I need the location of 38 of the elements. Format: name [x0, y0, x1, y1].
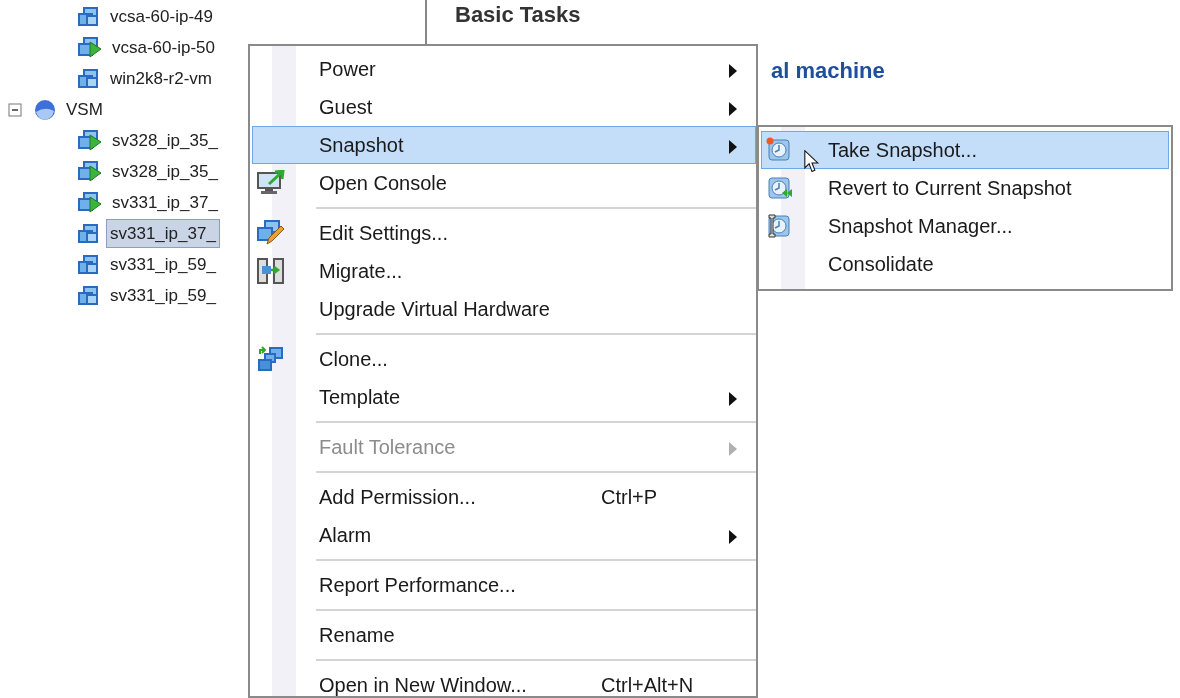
- menu-item[interactable]: Open Console: [252, 164, 756, 202]
- tree-item[interactable]: vcsa-60-ip-49: [106, 1, 217, 32]
- menu-item[interactable]: Guest: [252, 88, 756, 126]
- menu-item[interactable]: Alarm: [252, 516, 756, 554]
- menu-item[interactable]: Upgrade Virtual Hardware: [252, 290, 756, 328]
- menu-item[interactable]: Take Snapshot...: [761, 131, 1169, 169]
- menu-item[interactable]: Snapshot: [252, 126, 756, 164]
- menu-item[interactable]: Snapshot Manager...: [761, 207, 1169, 245]
- menu-item[interactable]: Template: [252, 378, 756, 416]
- menu-item[interactable]: Revert to Current Snapshot: [761, 169, 1169, 207]
- tree-item[interactable]: VSM: [62, 94, 107, 125]
- task-link[interactable]: al machine: [771, 54, 1180, 87]
- collapse-toggle[interactable]: [8, 102, 22, 117]
- tree-item[interactable]: win2k8-r2-vm: [106, 63, 217, 94]
- menu-item[interactable]: Consolidate: [761, 245, 1169, 283]
- tree-item[interactable]: sv328_ip_35_: [108, 156, 222, 187]
- menu-item[interactable]: Add Permission... Ctrl+P: [252, 478, 756, 516]
- tree-item[interactable]: sv331_ip_37_: [106, 218, 220, 249]
- menu-item[interactable]: Clone...: [252, 340, 756, 378]
- menu-item[interactable]: Rename: [252, 616, 756, 654]
- tree-item[interactable]: sv328_ip_35_: [108, 125, 222, 156]
- tree-item[interactable]: sv331_ip_59_: [106, 249, 220, 280]
- menu-item[interactable]: Open in New Window... Ctrl+Alt+N: [252, 666, 756, 696]
- section-heading: Basic Tasks: [455, 4, 582, 26]
- tree-item[interactable]: sv331_ip_37_: [108, 187, 222, 218]
- menu-item[interactable]: Power: [252, 50, 756, 88]
- vm-copy-icon: [257, 346, 285, 372]
- tree-item[interactable]: sv331_ip_59_: [106, 280, 220, 311]
- vm-pencil-icon: [257, 220, 285, 246]
- server-arrow-icon: [257, 258, 285, 284]
- menu-item[interactable]: Edit Settings...: [252, 214, 756, 252]
- menu-item[interactable]: Migrate...: [252, 252, 756, 290]
- monitor-icon: [257, 170, 285, 196]
- menu-item[interactable]: Report Performance...: [252, 566, 756, 604]
- datacenter-icon: [34, 98, 56, 121]
- clock-arrows-icon: [766, 175, 794, 201]
- cursor-icon: [804, 150, 820, 173]
- tree-item[interactable]: vcsa-60-ip-50: [108, 32, 219, 63]
